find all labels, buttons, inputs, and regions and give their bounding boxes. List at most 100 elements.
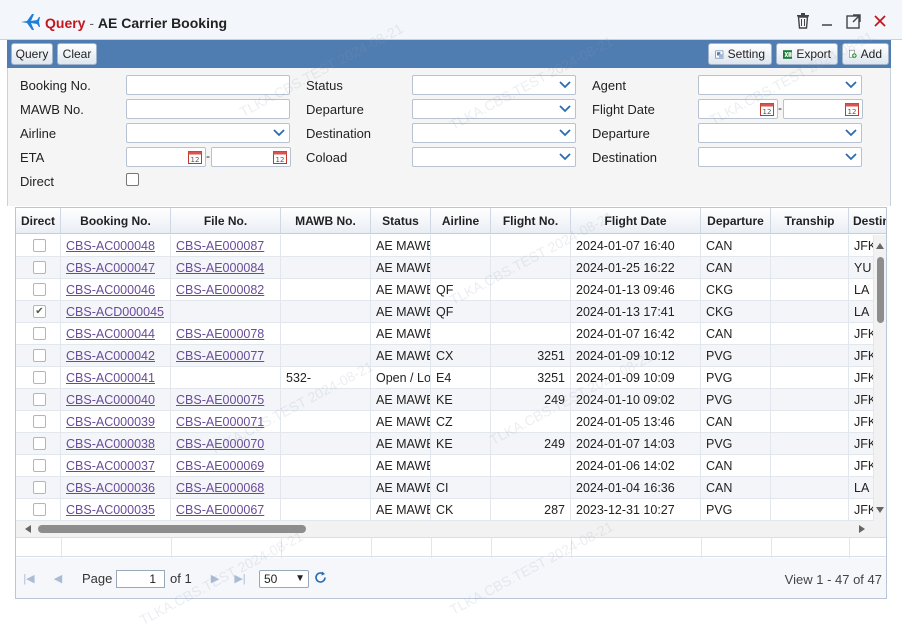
file-link[interactable]: CBS-AE000078 <box>176 327 264 341</box>
col-header-tranship[interactable]: Tranship <box>771 208 849 233</box>
booking-link[interactable]: CBS-AC000042 <box>66 349 155 363</box>
query-button[interactable]: Query <box>11 43 53 65</box>
minimize-icon[interactable] <box>818 12 836 30</box>
vertical-scroll-thumb[interactable] <box>877 257 884 323</box>
col-header-booking-no[interactable]: Booking No. <box>61 208 171 233</box>
destination-select[interactable] <box>412 123 576 143</box>
direct-checkbox[interactable] <box>126 173 139 186</box>
table-row[interactable]: CBS-AC000046 CBS-AE000082 AE MAWE QF 2024-01… <box>16 279 874 301</box>
booking-link[interactable]: CBS-AC000041 <box>66 371 155 385</box>
col-header-flight-no[interactable]: Flight No. <box>491 208 571 233</box>
airline-select[interactable] <box>126 123 290 143</box>
booking-link[interactable]: CBS-AC000035 <box>66 503 155 517</box>
departure2-select[interactable] <box>698 123 862 143</box>
direct-checkbox[interactable] <box>33 415 46 428</box>
booking-link[interactable]: CBS-AC000048 <box>66 239 155 253</box>
table-row[interactable]: CBS-AC000047 CBS-AE000084 AE MAWE 2024-01-2… <box>16 257 874 279</box>
flight-date-from-input[interactable]: 12 <box>698 99 778 119</box>
booking-link[interactable]: CBS-AC000036 <box>66 481 155 495</box>
table-row[interactable]: CBS-AC000041 532- Open / Lo E4 3251 2024-01-0… <box>16 367 874 389</box>
file-link[interactable]: CBS-AE000069 <box>176 459 264 473</box>
maximize-icon[interactable] <box>844 12 862 30</box>
destination2-select[interactable] <box>698 147 862 167</box>
direct-checkbox-checked[interactable]: ✔ <box>33 305 46 318</box>
eta-to-input[interactable]: 12 <box>211 147 291 167</box>
calendar-icon[interactable]: 12 <box>273 150 287 164</box>
file-link[interactable]: CBS-AE000082 <box>176 283 264 297</box>
direct-checkbox[interactable] <box>33 261 46 274</box>
direct-checkbox[interactable] <box>33 481 46 494</box>
direct-checkbox[interactable] <box>33 283 46 296</box>
flight-date-to-input[interactable]: 12 <box>783 99 863 119</box>
col-header-mawb-no[interactable]: MAWB No. <box>281 208 371 233</box>
table-row[interactable]: CBS-AC000038 CBS-AE000070 AE MAWE KE 249 2024… <box>16 433 874 455</box>
booking-no-input[interactable] <box>126 75 290 95</box>
file-link[interactable]: CBS-AE000077 <box>176 349 264 363</box>
setting-button[interactable]: Setting <box>708 43 772 65</box>
table-row[interactable]: ✔ CBS-ACD000045 AE MAWE QF 2024-01-13 17:41 C… <box>16 301 874 323</box>
table-row[interactable]: CBS-AC000048 CBS-AE000087 AE MAWE 2024-01-0… <box>16 235 874 257</box>
col-header-departure[interactable]: Departure <box>701 208 771 233</box>
direct-checkbox[interactable] <box>33 371 46 384</box>
departure-select[interactable] <box>412 99 576 119</box>
horizontal-scrollbar[interactable] <box>16 521 886 537</box>
export-button[interactable]: Export <box>776 43 838 65</box>
coload-select[interactable] <box>412 147 576 167</box>
direct-checkbox[interactable] <box>33 503 46 516</box>
refresh-icon[interactable] <box>314 571 327 587</box>
col-header-status[interactable]: Status <box>371 208 431 233</box>
table-row[interactable]: CBS-AC000042 CBS-AE000077 AE MAWE CX 3251 202… <box>16 345 874 367</box>
trash-icon[interactable] <box>794 12 812 30</box>
add-button[interactable]: Add <box>842 43 889 65</box>
file-link[interactable]: CBS-AE000071 <box>176 415 264 429</box>
scroll-right-icon[interactable] <box>859 525 865 533</box>
close-icon[interactable] <box>871 12 889 30</box>
eta-from-input[interactable]: 12 <box>126 147 206 167</box>
mawb-no-input[interactable] <box>126 99 290 119</box>
direct-checkbox[interactable] <box>33 349 46 362</box>
col-header-direct[interactable]: Direct <box>16 208 61 233</box>
horizontal-scroll-thumb[interactable] <box>38 525 306 533</box>
booking-link[interactable]: CBS-ACD000045 <box>66 305 164 319</box>
booking-link[interactable]: CBS-AC000044 <box>66 327 155 341</box>
vertical-scrollbar[interactable] <box>874 235 886 521</box>
calendar-icon[interactable]: 12 <box>188 150 202 164</box>
next-page-icon[interactable]: ▶ <box>209 573 221 585</box>
scroll-down-icon[interactable] <box>876 507 884 513</box>
agent-select[interactable] <box>698 75 862 95</box>
booking-link[interactable]: CBS-AC000037 <box>66 459 155 473</box>
booking-link[interactable]: CBS-AC000039 <box>66 415 155 429</box>
col-header-flight-date[interactable]: Flight Date <box>571 208 701 233</box>
calendar-icon[interactable]: 12 <box>760 102 774 116</box>
table-row[interactable]: CBS-AC000044 CBS-AE000078 AE MAWE 2024-01-0… <box>16 323 874 345</box>
page-number-input[interactable]: 1 <box>116 570 165 588</box>
col-header-airline[interactable]: Airline <box>431 208 491 233</box>
col-header-file-no[interactable]: File No. <box>171 208 281 233</box>
status-select[interactable] <box>412 75 576 95</box>
direct-checkbox[interactable] <box>33 437 46 450</box>
first-page-icon[interactable]: |◀ <box>23 573 35 585</box>
file-link[interactable]: CBS-AE000087 <box>176 239 264 253</box>
table-row[interactable]: CBS-AC000035 CBS-AE000067 AE MAWE CK 287 2023… <box>16 499 874 521</box>
booking-link[interactable]: CBS-AC000047 <box>66 261 155 275</box>
last-page-icon[interactable]: ▶| <box>234 573 246 585</box>
booking-link[interactable]: CBS-AC000046 <box>66 283 155 297</box>
table-row[interactable]: CBS-AC000037 CBS-AE000069 AE MAWE 2024-01-0… <box>16 455 874 477</box>
clear-button[interactable]: Clear <box>57 43 97 65</box>
page-size-select[interactable]: 50 ▼ <box>259 570 309 588</box>
table-row[interactable]: CBS-AC000036 CBS-AE000068 AE MAWE CI 2024-01… <box>16 477 874 499</box>
col-header-destination[interactable]: Destin <box>849 208 886 233</box>
table-row[interactable]: CBS-AC000040 CBS-AE000075 AE MAWE KE 249 2024… <box>16 389 874 411</box>
calendar-icon[interactable]: 12 <box>845 102 859 116</box>
direct-checkbox[interactable] <box>33 393 46 406</box>
file-link[interactable]: CBS-AE000070 <box>176 437 264 451</box>
file-link[interactable]: CBS-AE000067 <box>176 503 264 517</box>
scroll-left-icon[interactable] <box>25 525 31 533</box>
booking-link[interactable]: CBS-AC000038 <box>66 437 155 451</box>
direct-checkbox[interactable] <box>33 327 46 340</box>
file-link[interactable]: CBS-AE000068 <box>176 481 264 495</box>
booking-link[interactable]: CBS-AC000040 <box>66 393 155 407</box>
file-link[interactable]: CBS-AE000084 <box>176 261 264 275</box>
scroll-up-icon[interactable] <box>876 243 884 249</box>
file-link[interactable]: CBS-AE000075 <box>176 393 264 407</box>
